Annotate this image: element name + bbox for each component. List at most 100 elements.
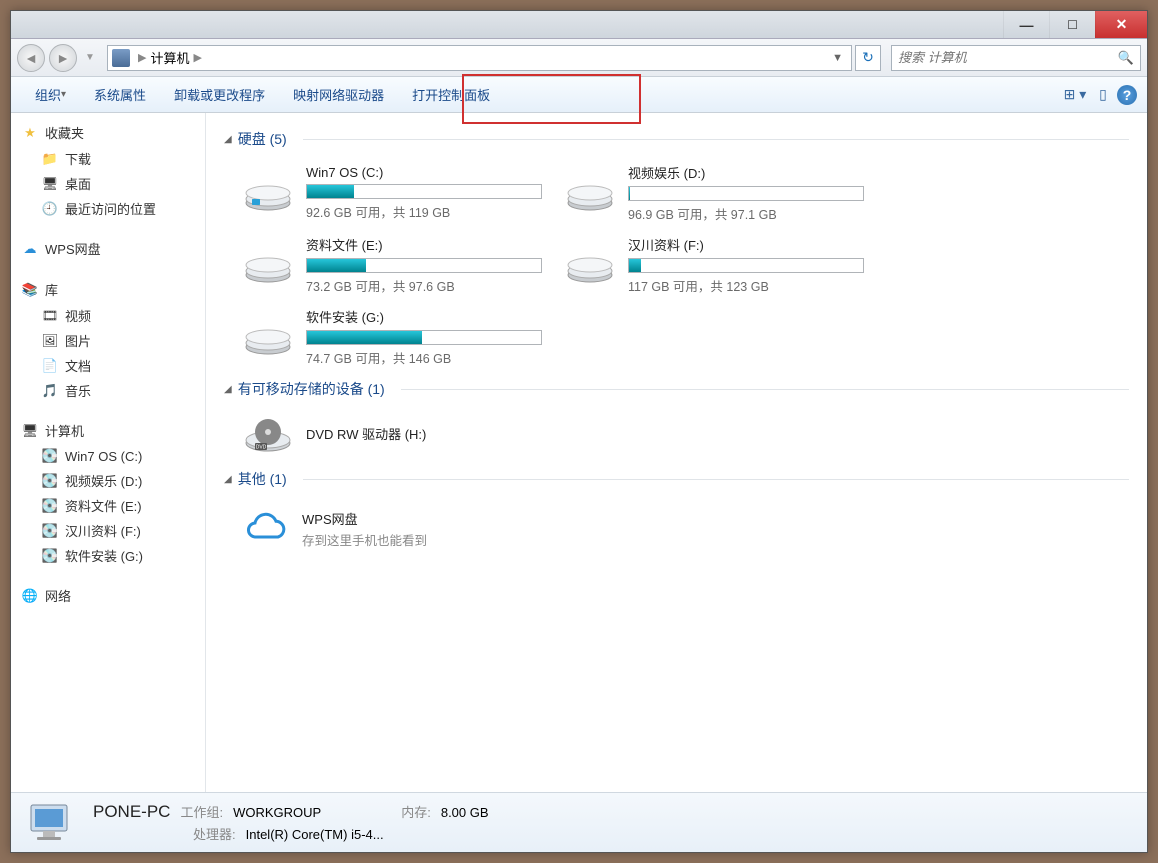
drive-item[interactable]: 软件安装 (G:) 74.7 GB 可用，共 146 GB — [236, 303, 546, 371]
sidebar-music[interactable]: 🎵音乐 — [11, 378, 205, 403]
drive-usage-bar — [628, 186, 864, 201]
drive-stats: 96.9 GB 可用，共 97.1 GB — [628, 204, 864, 223]
refresh-button[interactable]: ↻ — [855, 45, 881, 71]
recent-icon: 🕘 — [41, 200, 59, 218]
collapse-icon: ◢ — [224, 474, 232, 485]
drive-usage-bar — [306, 258, 542, 273]
wps-item[interactable]: WPS网盘 存到这里手机也能看到 — [236, 499, 546, 559]
drive-icon — [562, 171, 618, 215]
collapse-icon: ◢ — [224, 384, 232, 395]
cpu-value: Intel(R) Core(TM) i5-4... — [246, 827, 384, 842]
desktop-icon: 🖥 — [41, 175, 59, 193]
address-bar[interactable]: ▶ 计算机 ▶ ▼ — [107, 45, 852, 71]
back-button[interactable]: ◄ — [17, 44, 45, 72]
drive-item[interactable]: 视频娱乐 (D:) 96.9 GB 可用，共 97.1 GB — [558, 159, 868, 227]
organize-menu[interactable]: 组织 — [21, 77, 80, 112]
drive-stats: 73.2 GB 可用，共 97.6 GB — [306, 276, 542, 295]
drive-name: 软件安装 (G:) — [306, 307, 542, 326]
drive-item[interactable]: Win7 OS (C:) 92.6 GB 可用，共 119 GB — [236, 159, 546, 227]
sidebar-computer[interactable]: 🖥计算机 — [11, 417, 205, 444]
drive-name: 资料文件 (E:) — [306, 235, 542, 254]
drive-icon: 💽 — [41, 447, 59, 465]
memory-value: 8.00 GB — [441, 805, 489, 820]
dvd-drive[interactable]: DVD DVD RW 驱动器 (H:) — [236, 409, 546, 461]
content-pane: ◢硬盘 (5) Win7 OS (C:) 92.6 GB 可用，共 119 GB… — [206, 113, 1147, 792]
group-hdd[interactable]: ◢硬盘 (5) — [224, 129, 1129, 149]
drive-stats: 74.7 GB 可用，共 146 GB — [306, 348, 542, 367]
drive-stats: 92.6 GB 可用，共 119 GB — [306, 202, 542, 221]
breadcrumb-sep-icon: ▶ — [138, 51, 146, 64]
history-dropdown[interactable]: ▼ — [81, 49, 99, 67]
cloud-icon: ☁ — [21, 240, 39, 258]
sidebar-recent[interactable]: 🕘最近访问的位置 — [11, 196, 205, 221]
breadcrumb-sep-icon: ▶ — [193, 51, 201, 64]
music-icon: 🎵 — [41, 382, 59, 400]
drive-item[interactable]: 资料文件 (E:) 73.2 GB 可用，共 97.6 GB — [236, 231, 546, 299]
sidebar: ★收藏夹 📁下载 🖥桌面 🕘最近访问的位置 ☁WPS网盘 📚库 🎞视频 🖼图片 … — [11, 113, 206, 792]
sidebar-drive-f[interactable]: 💽汉川资料 (F:) — [11, 518, 205, 543]
dvd-icon: DVD — [240, 413, 296, 457]
search-box[interactable]: 🔍 — [891, 45, 1141, 71]
drive-name: Win7 OS (C:) — [306, 165, 542, 180]
sidebar-downloads[interactable]: 📁下载 — [11, 146, 205, 171]
sidebar-documents[interactable]: 📄文档 — [11, 353, 205, 378]
sidebar-drive-e[interactable]: 💽资料文件 (E:) — [11, 493, 205, 518]
pictures-icon: 🖼 — [41, 332, 59, 350]
collapse-icon: ◢ — [224, 134, 232, 145]
sidebar-desktop[interactable]: 🖥桌面 — [11, 171, 205, 196]
drive-name: 视频娱乐 (D:) — [628, 163, 864, 182]
computer-icon — [112, 49, 130, 67]
status-bar: PONE-PC 工作组: WORKGROUP 内存: 8.00 GB 处理器: … — [11, 792, 1147, 852]
help-button[interactable]: ? — [1117, 85, 1137, 105]
sidebar-network[interactable]: 🌐网络 — [11, 582, 205, 609]
uninstall-button[interactable]: 卸载或更改程序 — [160, 77, 279, 112]
breadcrumb-location[interactable]: 计算机 — [150, 48, 189, 67]
drive-icon — [240, 171, 296, 215]
sidebar-video[interactable]: 🎞视频 — [11, 303, 205, 328]
computer-icon — [25, 801, 77, 845]
address-dropdown-icon[interactable]: ▼ — [828, 52, 847, 64]
workgroup-value: WORKGROUP — [233, 805, 321, 820]
search-icon: 🔍 — [1118, 50, 1134, 66]
drive-icon — [240, 315, 296, 359]
sidebar-drive-d[interactable]: 💽视频娱乐 (D:) — [11, 468, 205, 493]
body: ★收藏夹 📁下载 🖥桌面 🕘最近访问的位置 ☁WPS网盘 📚库 🎞视频 🖼图片 … — [11, 113, 1147, 792]
properties-button[interactable]: 系统属性 — [80, 77, 160, 112]
preview-pane-button[interactable]: ▯ — [1089, 81, 1117, 109]
maximize-button[interactable] — [1049, 11, 1095, 38]
drive-icon — [562, 243, 618, 287]
wps-subtitle: 存到这里手机也能看到 — [302, 530, 427, 549]
star-icon: ★ — [21, 124, 39, 142]
drive-icon: 💽 — [41, 472, 59, 490]
drive-icon: 💽 — [41, 497, 59, 515]
status-info: PONE-PC 工作组: WORKGROUP 内存: 8.00 GB 处理器: … — [93, 802, 489, 843]
library-icon: 📚 — [21, 281, 39, 299]
drive-usage-bar — [306, 330, 542, 345]
view-options-button[interactable]: ⊞ ▾ — [1061, 81, 1089, 109]
group-other[interactable]: ◢其他 (1) — [224, 469, 1129, 489]
drive-icon: 💽 — [41, 522, 59, 540]
documents-icon: 📄 — [41, 357, 59, 375]
controlpanel-button[interactable]: 打开控制面板 — [398, 77, 504, 112]
sidebar-drive-g[interactable]: 💽软件安装 (G:) — [11, 543, 205, 568]
drive-item[interactable]: 汉川资料 (F:) 117 GB 可用，共 123 GB — [558, 231, 868, 299]
svg-text:DVD: DVD — [256, 445, 267, 451]
drive-stats: 117 GB 可用，共 123 GB — [628, 276, 864, 295]
drive-usage-bar — [306, 184, 542, 199]
search-input[interactable] — [898, 50, 1118, 65]
dvd-name: DVD RW 驱动器 (H:) — [306, 424, 542, 443]
sidebar-libraries[interactable]: 📚库 — [11, 276, 205, 303]
video-icon: 🎞 — [41, 307, 59, 325]
drives-list: Win7 OS (C:) 92.6 GB 可用，共 119 GB 视频娱乐 (D… — [236, 159, 1129, 371]
forward-button[interactable]: ► — [49, 44, 77, 72]
group-removable[interactable]: ◢有可移动存储的设备 (1) — [224, 379, 1129, 399]
computer-icon: 🖥 — [21, 422, 39, 440]
sidebar-favorites[interactable]: ★收藏夹 — [11, 119, 205, 146]
mapdrive-button[interactable]: 映射网络驱动器 — [279, 77, 398, 112]
network-icon: 🌐 — [21, 587, 39, 605]
sidebar-drive-c[interactable]: 💽Win7 OS (C:) — [11, 444, 205, 468]
sidebar-wps[interactable]: ☁WPS网盘 — [11, 235, 205, 262]
close-button[interactable] — [1095, 11, 1147, 38]
sidebar-pictures[interactable]: 🖼图片 — [11, 328, 205, 353]
minimize-button[interactable] — [1003, 11, 1049, 38]
